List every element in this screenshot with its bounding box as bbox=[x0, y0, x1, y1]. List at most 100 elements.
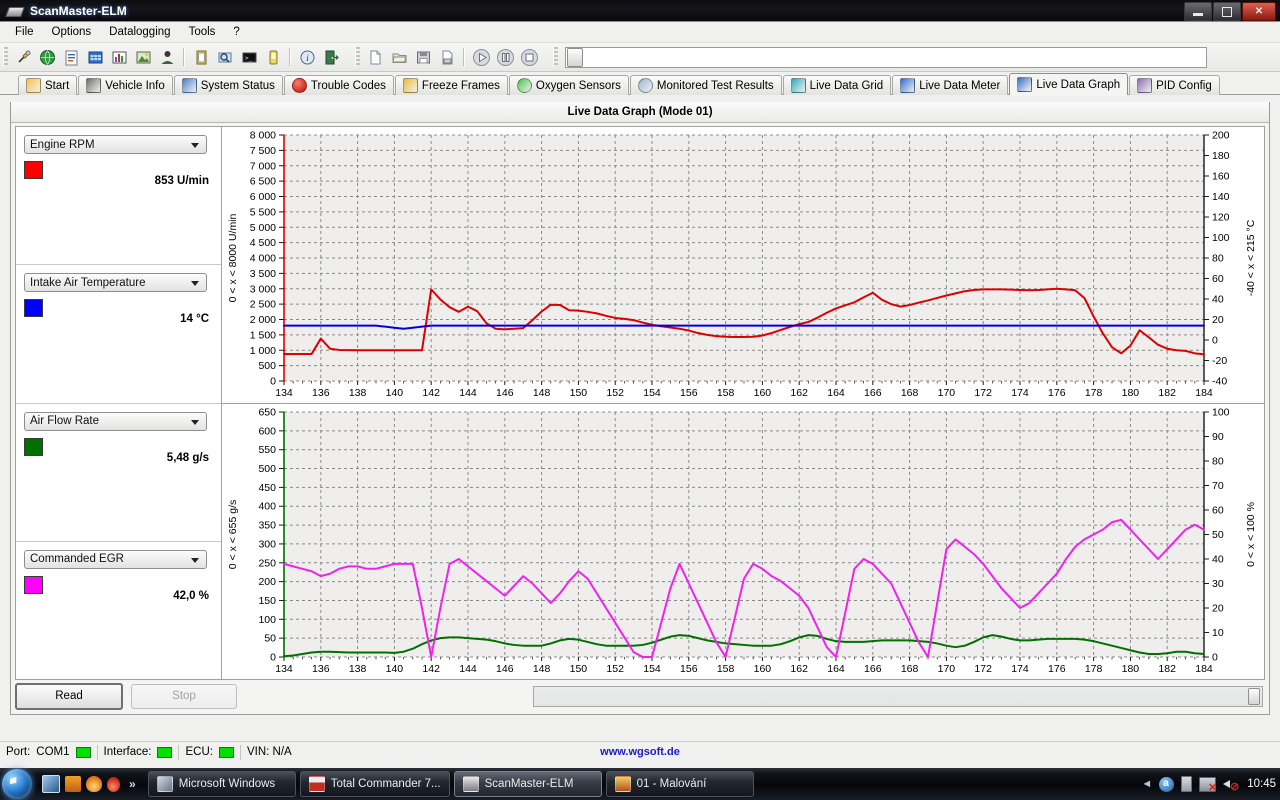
play-icon[interactable] bbox=[469, 45, 493, 69]
volume-mute-icon[interactable]: ⊘ bbox=[1223, 777, 1238, 791]
tab-strip: StartVehicle InfoSystem StatusTrouble Co… bbox=[0, 72, 1280, 95]
toolbar-grip-3[interactable] bbox=[553, 47, 558, 67]
toolbar-grip-2[interactable] bbox=[355, 47, 360, 67]
tab-freeze-frames[interactable]: Freeze Frames bbox=[395, 75, 508, 95]
right-axis-tick-label: 100 bbox=[1212, 407, 1230, 419]
tab-pid-config[interactable]: PID Config bbox=[1129, 75, 1220, 95]
device-icon[interactable] bbox=[261, 45, 285, 69]
right-axis-tick-label: 140 bbox=[1212, 191, 1230, 203]
right-axis-tick-label: 60 bbox=[1212, 505, 1224, 517]
pid-value: 853 U/min bbox=[155, 175, 209, 187]
menu-item-file[interactable]: File bbox=[6, 24, 43, 40]
pid-select-2[interactable]: Air Flow Rate bbox=[24, 412, 207, 431]
globe-icon[interactable] bbox=[35, 45, 59, 69]
tab-live-data-meter[interactable]: Live Data Meter bbox=[892, 75, 1008, 95]
drop-icon[interactable] bbox=[107, 777, 120, 792]
read-button[interactable]: Read bbox=[15, 683, 123, 710]
antivirus-icon[interactable]: a bbox=[1159, 777, 1174, 792]
x-axis-tick-label: 152 bbox=[606, 663, 624, 675]
chevron-down-icon[interactable] bbox=[191, 558, 199, 563]
chevron-down-icon[interactable] bbox=[191, 143, 199, 148]
window-controls: ✕ bbox=[1184, 2, 1276, 21]
menu-item-options[interactable]: Options bbox=[43, 24, 101, 40]
pid-name: Air Flow Rate bbox=[30, 415, 99, 427]
progress-thumb[interactable] bbox=[1248, 688, 1260, 705]
pid-value: 5,48 g/s bbox=[167, 452, 209, 464]
menu-item-tools[interactable]: Tools bbox=[180, 24, 225, 40]
taskbar-item-2[interactable]: ScanMaster-ELM bbox=[454, 771, 602, 797]
pid-select-1[interactable]: Intake Air Temperature bbox=[24, 273, 207, 292]
clipboard-icon[interactable] bbox=[189, 45, 213, 69]
x-axis-tick-label: 172 bbox=[974, 663, 992, 675]
pid-name: Commanded EGR bbox=[30, 553, 124, 565]
user-icon[interactable] bbox=[155, 45, 179, 69]
toolbar-combo[interactable] bbox=[565, 47, 1207, 68]
exit-icon[interactable] bbox=[319, 45, 343, 69]
tab-oxygen-sensors[interactable]: Oxygen Sensors bbox=[509, 75, 629, 95]
chart-rpm-iat[interactable]: 05001 0001 5002 0002 5003 0003 5004 0004… bbox=[222, 127, 1264, 403]
left-axis-tick-label: 250 bbox=[258, 557, 276, 569]
toolbar-combo-slider[interactable] bbox=[567, 48, 583, 67]
pid-select-3[interactable]: Commanded EGR bbox=[24, 550, 207, 569]
chart-maf-egr[interactable]: 0501001502002503003504004505005506006500… bbox=[222, 403, 1264, 679]
toolbar-grip[interactable] bbox=[3, 47, 8, 67]
tab-label: Live Data Meter bbox=[919, 80, 1000, 92]
print-icon[interactable] bbox=[435, 45, 459, 69]
pid-color-swatch[interactable] bbox=[24, 299, 43, 317]
maximize-icon[interactable] bbox=[1213, 2, 1241, 21]
pid-color-swatch[interactable] bbox=[24, 576, 43, 594]
battery-icon[interactable] bbox=[1181, 776, 1192, 792]
taskbar-item-0[interactable]: Microsoft Windows bbox=[148, 771, 296, 797]
page-title: Live Data Graph (Mode 01) bbox=[11, 102, 1269, 123]
website-link[interactable]: www.wgsoft.de bbox=[0, 746, 1280, 758]
menu-item-datalogging[interactable]: Datalogging bbox=[100, 24, 179, 40]
chevron-down-icon[interactable] bbox=[191, 420, 199, 425]
left-axis-tick-label: 7 000 bbox=[250, 160, 276, 172]
tab-start[interactable]: Start bbox=[18, 75, 77, 95]
minimize-icon[interactable] bbox=[1184, 2, 1212, 21]
left-axis-tick-label: 0 bbox=[270, 376, 276, 388]
taskbar-item-1[interactable]: Total Commander 7... bbox=[300, 771, 450, 797]
tab-monitored-test-results[interactable]: Monitored Test Results bbox=[630, 75, 782, 95]
connect-icon[interactable] bbox=[11, 45, 35, 69]
pid-color-swatch[interactable] bbox=[24, 161, 43, 179]
grid-icon[interactable] bbox=[83, 45, 107, 69]
report-icon[interactable] bbox=[59, 45, 83, 69]
show-desktop-icon[interactable] bbox=[42, 775, 60, 793]
x-axis-tick-label: 150 bbox=[570, 387, 588, 399]
pid-select-0[interactable]: Engine RPM bbox=[24, 135, 207, 154]
tab-trouble-codes[interactable]: Trouble Codes bbox=[284, 75, 394, 95]
taskbar-item-3[interactable]: 01 - Malování bbox=[606, 771, 754, 797]
close-icon[interactable]: ✕ bbox=[1242, 2, 1276, 21]
image-icon[interactable] bbox=[131, 45, 155, 69]
tab-system-status[interactable]: System Status bbox=[174, 75, 283, 95]
new-file-icon[interactable] bbox=[363, 45, 387, 69]
tab-vehicle-info[interactable]: Vehicle Info bbox=[78, 75, 172, 95]
media-player-icon[interactable] bbox=[65, 776, 81, 792]
chevron-down-icon[interactable] bbox=[191, 281, 199, 286]
tab-live-data-graph[interactable]: Live Data Graph bbox=[1009, 73, 1128, 95]
taskbar-clock[interactable]: 10:45 bbox=[1247, 778, 1276, 790]
menu-item-help[interactable]: ? bbox=[224, 24, 248, 40]
network-icon[interactable]: ✕ bbox=[1199, 777, 1216, 792]
terminal-search-icon[interactable] bbox=[213, 45, 237, 69]
progress-bar[interactable] bbox=[533, 686, 1263, 707]
tray-chevron-icon[interactable]: ◄ bbox=[1141, 778, 1152, 790]
x-axis-tick-label: 182 bbox=[1158, 387, 1176, 399]
tab-live-data-grid[interactable]: Live Data Grid bbox=[783, 75, 892, 95]
window-body: File Options Datalogging Tools ? bbox=[0, 21, 1280, 771]
pause-icon[interactable] bbox=[493, 45, 517, 69]
pid-color-swatch[interactable] bbox=[24, 438, 43, 456]
config-icon bbox=[1137, 78, 1152, 93]
info-icon[interactable]: i bbox=[295, 45, 319, 69]
flame-icon[interactable] bbox=[86, 776, 102, 792]
x-axis-tick-label: 144 bbox=[459, 663, 477, 675]
stop-icon[interactable] bbox=[517, 45, 541, 69]
overflow-chevron-icon[interactable]: » bbox=[129, 777, 136, 791]
console-icon[interactable]: >_ bbox=[237, 45, 261, 69]
save-icon[interactable] bbox=[411, 45, 435, 69]
start-orb-icon[interactable] bbox=[2, 769, 32, 799]
open-folder-icon[interactable] bbox=[387, 45, 411, 69]
chart-icon[interactable] bbox=[107, 45, 131, 69]
panel-body: Engine RPM 853 U/min Intake Air Temperatur… bbox=[15, 126, 1265, 680]
